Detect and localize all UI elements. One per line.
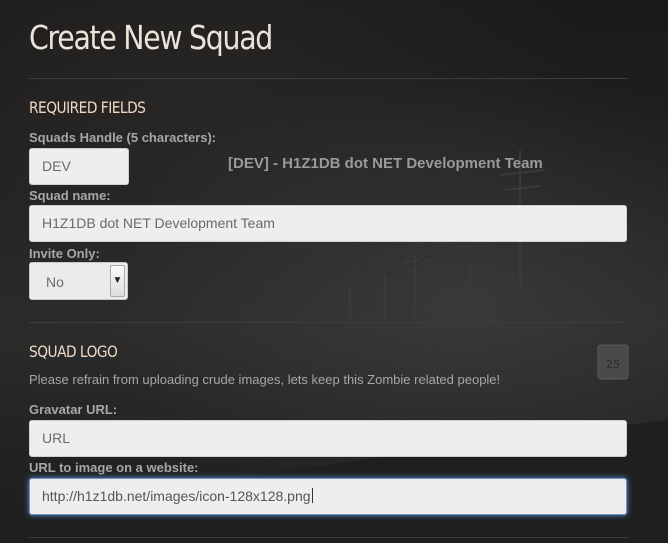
squad-handle-input[interactable]: DEV (29, 148, 129, 185)
required-fields-heading: REQUIRED FIELDS (29, 98, 146, 117)
squad-name-input[interactable]: H1Z1DB dot NET Development Team (29, 205, 627, 242)
page-title: Create New Squad (29, 18, 273, 57)
squad-logo-heading: SQUAD LOGO (29, 342, 118, 361)
squad-name-label: Squad name: (29, 188, 111, 203)
divider (29, 537, 628, 538)
image-url-input[interactable]: http://h1z1db.net/images/icon-128x128.pn… (29, 478, 627, 515)
invite-only-label: Invite Only: (29, 246, 100, 261)
gravatar-url-label: Gravatar URL: (29, 402, 118, 417)
image-url-value: http://h1z1db.net/images/icon-128x128.pn… (42, 488, 311, 504)
gravatar-url-placeholder: URL (42, 430, 71, 446)
image-url-label: URL to image on a website: (29, 460, 199, 475)
invite-only-select[interactable]: No ▼ (29, 262, 128, 300)
divider (29, 322, 628, 323)
squad-handle-label: Squads Handle (5 characters): (29, 130, 217, 145)
svg-text:25: 25 (606, 358, 620, 371)
logo-help-text: Please refrain from uploading crude imag… (29, 372, 501, 387)
text-caret (311, 488, 313, 503)
squad-handle-preview: [DEV] - H1Z1DB dot NET Development Team (228, 155, 543, 172)
invite-only-value: No (46, 274, 64, 290)
road-sign: 25 (597, 344, 629, 380)
gravatar-url-input[interactable]: URL (29, 420, 627, 457)
divider (29, 78, 628, 79)
chevron-down-icon[interactable]: ▼ (110, 265, 125, 297)
